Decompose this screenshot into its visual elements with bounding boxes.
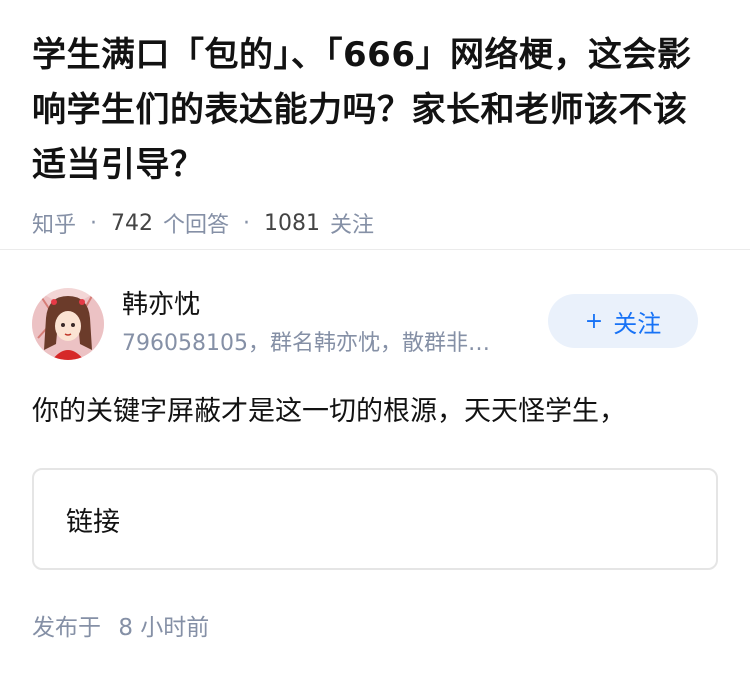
answer-card: 韩亦忱 796058105，群名韩亦忱，散群非… + 关注 你的关键字屏蔽才是这… — [0, 250, 750, 642]
publish-time: 8 小时前 — [118, 615, 210, 641]
publish-info: 发布于 8 小时前 — [32, 608, 718, 642]
author-row: 韩亦忱 796058105，群名韩亦忱，散群非… + 关注 — [32, 286, 718, 362]
question-meta: 知乎 · 742 个回答 · 1081 关注 — [32, 207, 718, 239]
follow-button[interactable]: + 关注 — [548, 294, 698, 348]
follow-label: 关注 — [613, 309, 662, 338]
link-card[interactable]: 链接 — [32, 468, 718, 570]
answer-count: 742 — [111, 210, 154, 236]
link-label: 链接 — [66, 506, 120, 538]
answer-text[interactable]: 你的关键字屏蔽才是这一切的根源，天天怪学生， — [32, 392, 718, 432]
plus-icon: + — [584, 308, 604, 334]
author-bio: 796058105，群名韩亦忱，散群非… — [122, 331, 490, 356]
follower-count-unit: 关注 — [330, 213, 375, 238]
author-name[interactable]: 韩亦忱 — [122, 288, 538, 322]
question-header: 学生满口「包的」、「666」网络梗，这会影响学生们的表达能力吗？家长和老师该不该… — [0, 0, 750, 250]
source-label[interactable]: 知乎 — [32, 207, 76, 239]
publish-prefix: 发布于 — [32, 615, 101, 641]
meta-separator: · — [243, 210, 251, 236]
follower-count: 1081 — [264, 210, 321, 236]
answer-count-unit: 个回答 — [163, 213, 230, 238]
meta-separator: · — [90, 210, 98, 236]
question-title[interactable]: 学生满口「包的」、「666」网络梗，这会影响学生们的表达能力吗？家长和老师该不该… — [32, 28, 718, 193]
avatar[interactable] — [32, 288, 104, 360]
